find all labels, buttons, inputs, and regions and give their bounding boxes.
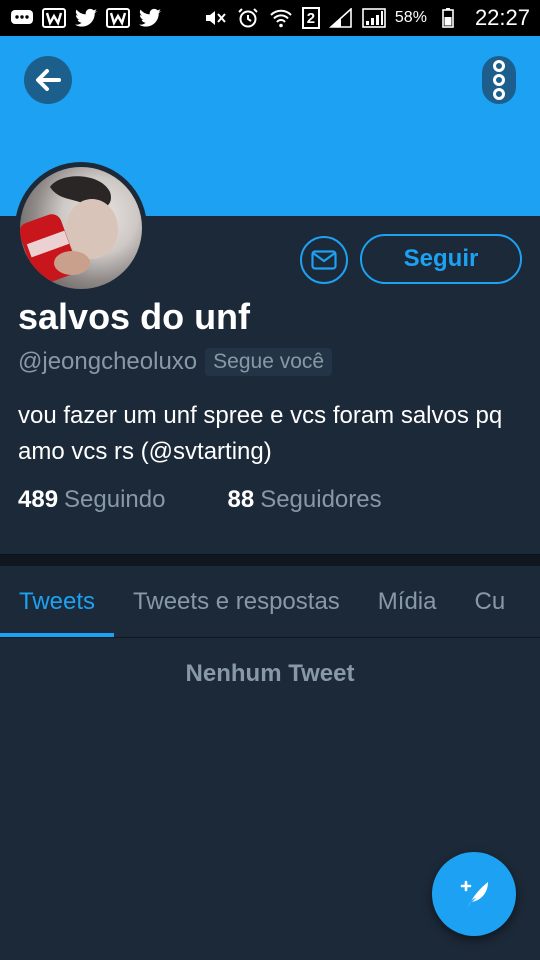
tab-tweets[interactable]: Tweets bbox=[0, 566, 115, 637]
status-bar: 2 58% 22:27 bbox=[0, 0, 540, 36]
handle-row: @jeongcheoluxo Segue você bbox=[18, 348, 333, 376]
alarm-icon bbox=[236, 8, 260, 28]
signal-icon bbox=[328, 8, 353, 28]
clock: 22:27 bbox=[474, 5, 530, 30]
avatar[interactable] bbox=[15, 162, 147, 294]
follow-button[interactable]: Seguir bbox=[360, 234, 522, 284]
followers-stat[interactable]: 88 Seguidores bbox=[227, 486, 381, 514]
followers-label: Seguidores bbox=[260, 486, 382, 513]
profile-stats: 489 Seguindo 88 Seguidores bbox=[18, 486, 382, 514]
battery-icon bbox=[436, 8, 460, 28]
back-button[interactable] bbox=[24, 56, 72, 104]
signal-icon bbox=[362, 8, 386, 28]
more-vertical-icon bbox=[493, 60, 505, 100]
profile-handle: @jeongcheoluxo bbox=[18, 348, 198, 375]
w-icon bbox=[42, 8, 66, 28]
profile-name: salvos do unf bbox=[18, 296, 251, 337]
tab-tweets-and-replies[interactable]: Tweets e respostas bbox=[114, 566, 359, 637]
twitter-icon bbox=[138, 8, 162, 28]
mute-icon bbox=[203, 8, 227, 28]
envelope-icon bbox=[311, 250, 337, 270]
wifi-icon bbox=[269, 8, 293, 28]
profile-screen: 2 58% 22:27 Seguir salvos do unf @jeongc… bbox=[0, 0, 540, 960]
compose-feather-icon bbox=[460, 880, 488, 908]
status-bar-left bbox=[10, 8, 162, 28]
chat-icon bbox=[10, 8, 34, 28]
following-stat[interactable]: 489 Seguindo bbox=[18, 486, 165, 514]
arrow-left-icon bbox=[36, 69, 61, 91]
profile-bio: vou fazer um unf spree e vcs foram salvo… bbox=[18, 402, 503, 465]
follows-you-badge: Segue você bbox=[205, 348, 333, 376]
message-button[interactable] bbox=[300, 236, 348, 284]
avatar-image bbox=[20, 176, 118, 284]
more-options-button[interactable] bbox=[482, 56, 516, 104]
following-count: 489 bbox=[18, 486, 59, 513]
following-label: Seguindo bbox=[64, 486, 166, 513]
compose-tweet-button[interactable] bbox=[432, 852, 516, 936]
profile-tabs: Tweets Tweets e respostas Mídia Cu bbox=[0, 566, 540, 638]
empty-state-text: Nenhum Tweet bbox=[185, 660, 355, 687]
twitter-icon bbox=[74, 8, 98, 28]
avatar-photo bbox=[20, 167, 142, 289]
w-icon bbox=[106, 8, 130, 28]
section-divider bbox=[0, 554, 540, 566]
tab-media[interactable]: Mídia bbox=[359, 566, 456, 637]
sim-badge: 2 bbox=[301, 7, 320, 29]
battery-percent: 58% bbox=[394, 9, 427, 26]
status-bar-right: 2 58% 22:27 bbox=[203, 5, 530, 31]
tab-likes[interactable]: Cu bbox=[455, 566, 524, 637]
followers-count: 88 bbox=[227, 486, 255, 513]
